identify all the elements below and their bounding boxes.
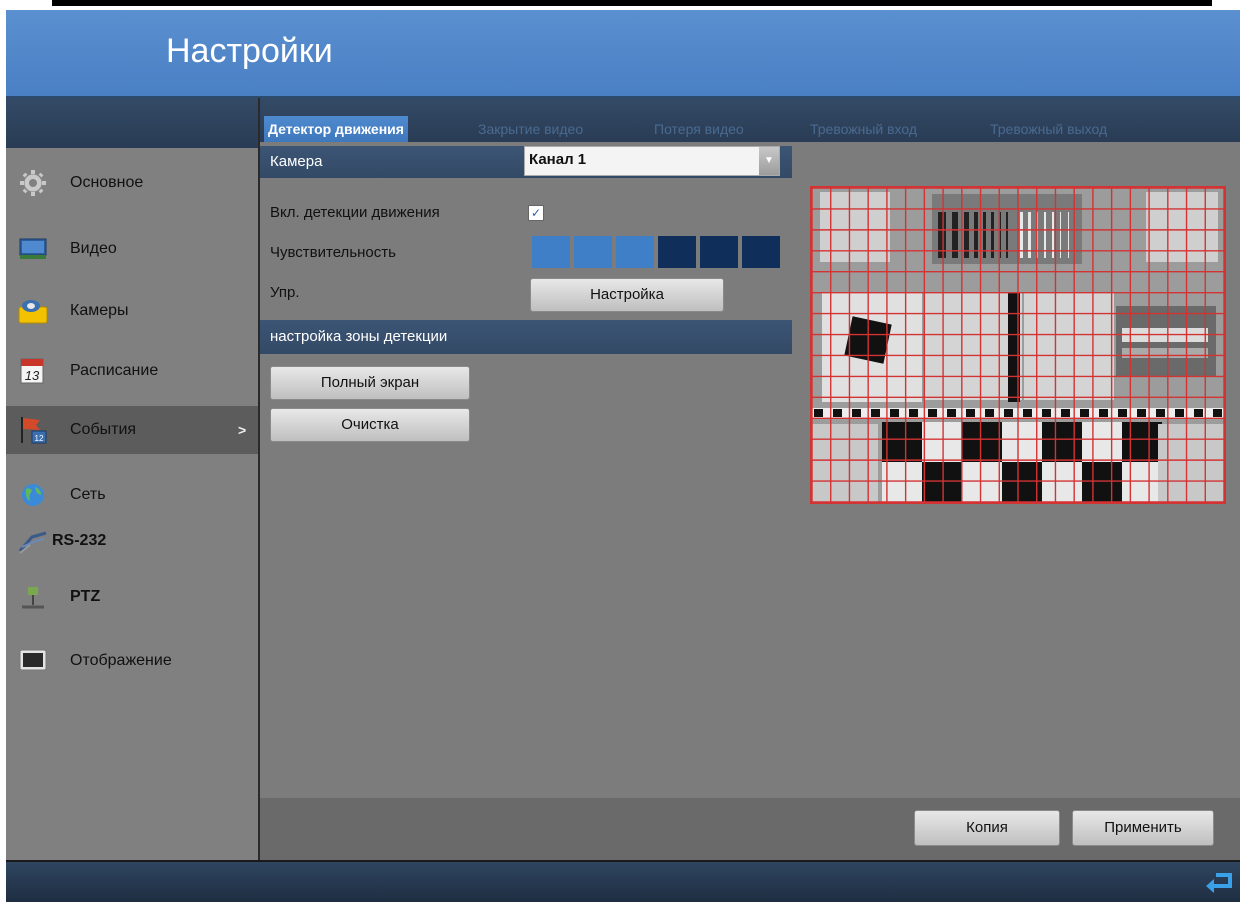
- sidebar-item-label: События: [70, 421, 137, 438]
- sensitivity-segment[interactable]: [742, 236, 780, 268]
- chevron-right-icon: >: [238, 422, 247, 438]
- zone-section-title: настройка зоны детекции: [270, 328, 448, 345]
- clear-button[interactable]: Очистка: [270, 408, 470, 442]
- settings-button[interactable]: Настройка: [530, 278, 724, 312]
- tab-video-tampering[interactable]: Закрытие видео: [474, 116, 587, 142]
- sidebar-item-display[interactable]: Отображение: [6, 638, 258, 684]
- camera-select[interactable]: Канал 1 ▼: [524, 146, 780, 176]
- copy-button[interactable]: Копия: [914, 810, 1060, 846]
- test-pattern-image: [812, 188, 1224, 502]
- top-border-line: [52, 0, 1212, 6]
- tab-motion-detection[interactable]: Детектор движения: [264, 116, 408, 142]
- sensitivity-segment[interactable]: [616, 236, 654, 268]
- camera-select-value: Канал 1: [529, 151, 587, 168]
- bottom-action-bar: Копия Применить: [260, 798, 1240, 860]
- tab-bar: Детектор движения Закрытие видео Потеря …: [260, 98, 1240, 142]
- back-arrow-icon[interactable]: [1202, 868, 1236, 898]
- sensitivity-segment[interactable]: [574, 236, 612, 268]
- sidebar-item-rs232[interactable]: RS-232: [6, 518, 258, 564]
- calendar-icon: 13: [20, 358, 44, 384]
- enable-motion-label: Вкл. детекции движения: [270, 204, 440, 221]
- sidebar-item-label: RS-232: [52, 532, 107, 549]
- tab-alarm-output[interactable]: Тревожный выход: [986, 116, 1111, 142]
- svg-text:13: 13: [25, 368, 40, 383]
- chevron-down-icon: ▼: [759, 147, 779, 175]
- sidebar-item-video[interactable]: Видео: [6, 226, 258, 272]
- flag-calendar-icon: 12: [21, 417, 47, 444]
- serial-cable-icon: [18, 531, 47, 554]
- svg-text:12: 12: [35, 434, 44, 443]
- sidebar-item-schedule[interactable]: 13 Расписание: [6, 348, 258, 394]
- folder-camera-icon: [18, 300, 48, 324]
- sensitivity-segment[interactable]: [532, 236, 570, 268]
- gear-icon: [20, 170, 46, 196]
- footer-bar: [6, 860, 1240, 902]
- sidebar-item-basic[interactable]: Основное: [6, 160, 258, 206]
- main-content: Детектор движения Закрытие видео Потеря …: [260, 98, 1240, 860]
- sidebar-item-label: Основное: [70, 174, 144, 191]
- enable-motion-checkbox[interactable]: ✓: [528, 205, 544, 221]
- monitor-icon: [19, 238, 47, 259]
- sensitivity-segment[interactable]: [658, 236, 696, 268]
- ptz-icon: [22, 587, 44, 609]
- camera-label: Камера: [270, 153, 323, 170]
- sidebar-item-label: Видео: [70, 240, 117, 257]
- zone-section-header: настройка зоны детекции: [260, 320, 792, 354]
- page-title: Настройки: [166, 32, 333, 70]
- sidebar-item-label: Отображение: [70, 652, 172, 669]
- tab-alarm-input[interactable]: Тревожный вход: [806, 116, 921, 142]
- settings-window: Настройки Основное Видео Камеры 13 Распи…: [6, 10, 1240, 902]
- sensitivity-segment[interactable]: [700, 236, 738, 268]
- sidebar-item-label: Сеть: [70, 486, 106, 503]
- apply-button[interactable]: Применить: [1072, 810, 1214, 846]
- display-icon: [19, 649, 47, 671]
- motion-zone-preview[interactable]: [810, 186, 1226, 504]
- globe-icon: [22, 484, 44, 506]
- tab-video-loss[interactable]: Потеря видео: [650, 116, 748, 142]
- sidebar-item-label: Расписание: [70, 362, 159, 379]
- sidebar-header: [6, 98, 258, 148]
- header-bar: Настройки: [6, 10, 1240, 98]
- sidebar-item-cameras[interactable]: Камеры: [6, 288, 258, 334]
- sidebar-item-events[interactable]: 12 События >: [6, 406, 258, 454]
- sidebar-item-ptz[interactable]: PTZ: [6, 574, 258, 620]
- sensitivity-label: Чувствительность: [270, 244, 396, 261]
- control-label: Упр.: [270, 284, 300, 301]
- sidebar-item-label: Камеры: [70, 302, 129, 319]
- sidebar-item-label: PTZ: [70, 588, 101, 605]
- sidebar-item-network[interactable]: Сеть: [6, 472, 258, 518]
- sidebar: Основное Видео Камеры 13 Расписание 12 С…: [6, 98, 258, 860]
- fullscreen-button[interactable]: Полный экран: [270, 366, 470, 400]
